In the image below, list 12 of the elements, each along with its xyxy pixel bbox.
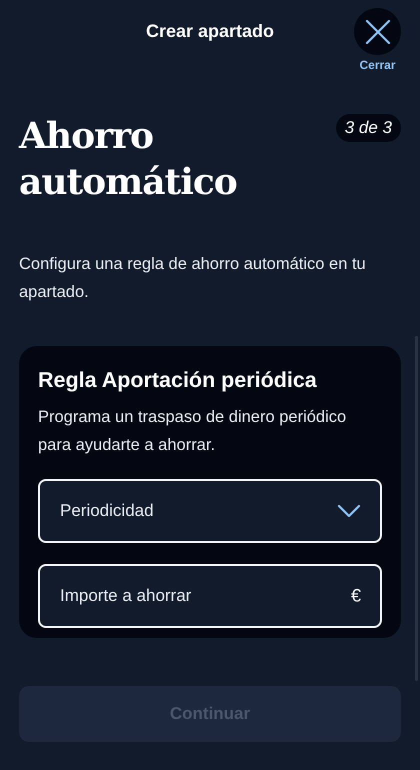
card-text: Programa un traspaso de dinero periódico para ayudarte a ahorrar. xyxy=(38,407,348,456)
close-icon xyxy=(364,18,390,44)
currency-symbol: € xyxy=(350,586,361,606)
chevron-down-icon xyxy=(337,504,361,518)
step-indicator: 3 de 3 xyxy=(336,114,401,142)
close-label[interactable]: Cerrar xyxy=(359,58,396,72)
page-heading: Ahorro automático xyxy=(19,114,238,205)
frequency-dropdown[interactable]: Periodicidad xyxy=(38,479,382,543)
card-title: Regla Aportación periódica xyxy=(38,367,318,394)
screen-title: Crear apartado xyxy=(146,21,274,43)
close-button[interactable] xyxy=(354,8,401,55)
description: Configura una regla de ahorro automático en tu apartado. xyxy=(19,254,367,303)
